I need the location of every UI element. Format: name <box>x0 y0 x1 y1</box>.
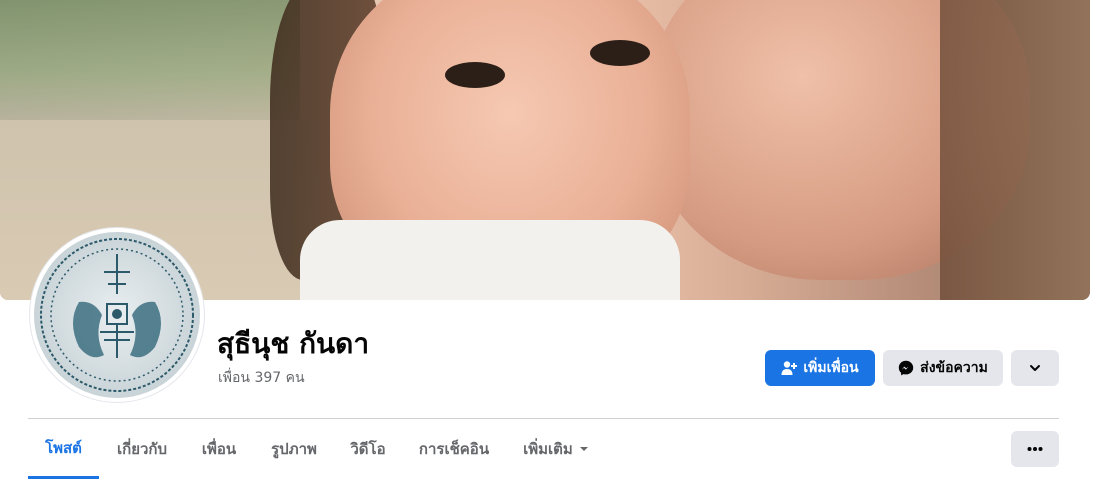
friends-count-link[interactable]: เพื่อน 397 คน <box>218 367 305 389</box>
tab-posts[interactable]: โพสต์ <box>28 419 99 479</box>
chevron-down-icon <box>1028 361 1042 375</box>
tab-photos-label: รูปภาพ <box>271 440 317 458</box>
add-friend-button[interactable]: เพิ่มเพื่อน <box>765 350 875 386</box>
tab-about-label: เกี่ยวกับ <box>116 440 168 458</box>
add-friend-label: เพิ่มเพื่อน <box>803 360 859 376</box>
message-button[interactable]: ส่งข้อความ <box>883 350 1003 386</box>
tab-videos-label: วิดีโอ <box>350 440 386 458</box>
tab-friends[interactable]: เพื่อน <box>191 419 247 479</box>
profile-name: สุธีนุช กันดา <box>217 327 370 360</box>
cover-woman-hair <box>940 0 1090 300</box>
tab-more-label: เพิ่มเติม <box>523 440 573 458</box>
tab-photos[interactable]: รูปภาพ <box>263 419 325 479</box>
ellipsis-icon <box>1027 446 1043 452</box>
cover-girl-left-eye <box>445 62 505 88</box>
profile-picture-image <box>34 232 200 398</box>
tab-about[interactable]: เกี่ยวกับ <box>107 419 177 479</box>
tab-options-button[interactable] <box>1011 431 1059 467</box>
tab-videos[interactable]: วิดีโอ <box>341 419 395 479</box>
message-label: ส่งข้อความ <box>920 360 988 376</box>
person-plus-icon <box>781 360 798 376</box>
tab-friends-label: เพื่อน <box>201 440 237 458</box>
tab-more[interactable]: เพิ่มเติม <box>513 419 599 479</box>
caret-down-icon <box>579 444 589 454</box>
tab-checkins[interactable]: การเช็คอิน <box>411 419 497 479</box>
tab-posts-label: โพสต์ <box>45 438 82 457</box>
profile-picture[interactable] <box>30 228 204 402</box>
cover-girl-shirt <box>300 220 680 300</box>
tab-checkins-label: การเช็คอิน <box>418 440 490 458</box>
messenger-icon <box>898 360 914 376</box>
cover-girl-right-eye <box>590 40 650 66</box>
more-actions-button[interactable] <box>1011 350 1059 386</box>
cover-background-trees <box>0 0 300 120</box>
